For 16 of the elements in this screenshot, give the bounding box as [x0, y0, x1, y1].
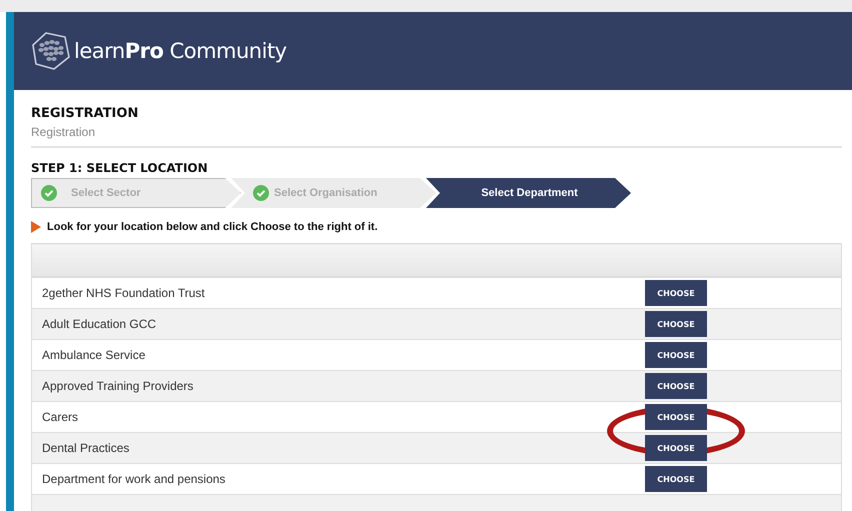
breadcrumb: Registration — [31, 125, 96, 140]
logo-text: learnPro Community — [74, 39, 287, 63]
step-tab[interactable]: Select Department — [426, 178, 631, 208]
table-cell: Adult Education GCC — [32, 308, 645, 340]
instruction-text: Look for your location below and click Choose to the right of it. — [47, 221, 378, 233]
choose-button[interactable]: CHOOSE — [645, 404, 707, 430]
choose-button[interactable]: CHOOSE — [645, 466, 707, 492]
table-cell: Approved Training Providers — [32, 370, 645, 402]
choose-button[interactable]: CHOOSE — [645, 373, 707, 399]
choose-button[interactable]: CHOOSE — [645, 311, 707, 337]
step-title: STEP 1: SELECT LOCATION — [31, 161, 209, 177]
page-title: REGISTRATION — [31, 106, 140, 123]
choose-button[interactable]: CHOOSE — [645, 435, 707, 461]
table-cell: Dental Practices — [32, 432, 645, 464]
choose-button[interactable]: CHOOSE — [645, 342, 707, 368]
choose-button[interactable]: CHOOSE — [645, 280, 707, 306]
